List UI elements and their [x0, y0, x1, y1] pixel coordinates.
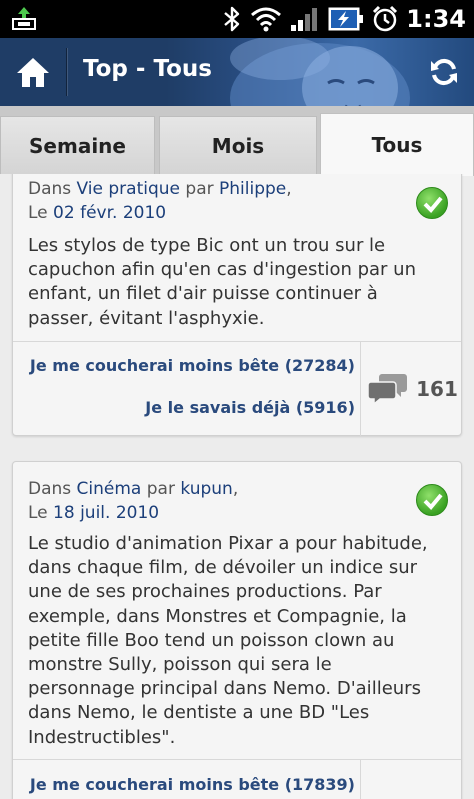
status-bar: 1:34 — [0, 0, 474, 38]
date-prefix: Le — [28, 503, 48, 523]
home-button[interactable] — [0, 38, 66, 106]
author-link[interactable]: kupun — [180, 479, 232, 499]
tab-mois[interactable]: Mois — [159, 116, 317, 174]
card-vertical-divider — [360, 341, 361, 436]
category-link[interactable]: Cinéma — [77, 479, 142, 499]
category-link[interactable]: Vie pratique — [77, 179, 180, 199]
date-prefix: Le — [28, 203, 48, 223]
card-divider — [13, 759, 461, 760]
check-icon — [416, 484, 448, 516]
action-bar: Top - Tous — [0, 38, 474, 106]
status-time: 1:34 — [406, 5, 466, 33]
bluetooth-icon — [224, 6, 240, 32]
post-list[interactable]: Dans Vie pratique par Philippe, Le 02 fé… — [0, 174, 474, 799]
post-date: 18 juil. 2010 — [53, 503, 160, 523]
vote-learned-button[interactable]: Je me coucherai moins bête (27284) — [30, 356, 355, 375]
vote-known-button[interactable]: Je le savais déjà (5916) — [145, 398, 355, 417]
wifi-icon — [251, 7, 282, 32]
comment-count: 161 — [416, 377, 458, 401]
author-suffix: , — [232, 479, 239, 499]
check-icon — [416, 187, 448, 219]
comments-button[interactable]: 161 — [365, 371, 461, 407]
tab-semaine[interactable]: Semaine — [0, 116, 155, 174]
tab-bar: Semaine Mois Tous — [0, 106, 474, 176]
author-suffix: , — [286, 179, 292, 199]
post-date: 02 févr. 2010 — [53, 203, 167, 223]
author-link[interactable]: Philippe — [219, 179, 286, 199]
action-bar-separator — [66, 48, 67, 96]
post-meta: Dans Vie pratique par Philippe, Le 02 fé… — [28, 177, 292, 225]
post-text: Le studio d'animation Pixar a pour habit… — [28, 533, 428, 748]
refresh-icon — [431, 58, 457, 86]
author-prefix: par — [185, 179, 214, 199]
author-prefix: par — [146, 479, 175, 499]
category-prefix: Dans — [28, 479, 72, 499]
refresh-button[interactable] — [414, 38, 474, 106]
post-card[interactable]: Dans Vie pratique par Philippe, Le 02 fé… — [12, 174, 462, 436]
signal-icon — [291, 8, 318, 31]
comments-icon — [368, 374, 408, 406]
card-vertical-divider — [360, 759, 361, 799]
card-divider — [13, 341, 461, 342]
alarm-icon — [373, 5, 398, 32]
usb-icon — [12, 7, 36, 30]
page-title: Top - Tous — [83, 56, 212, 82]
category-prefix: Dans — [28, 179, 72, 199]
tab-tous[interactable]: Tous — [320, 113, 474, 176]
home-icon — [17, 58, 49, 87]
post-text: Les stylos de type Bic ont un trou sur l… — [28, 235, 416, 329]
battery-charging-icon — [328, 7, 364, 31]
post-meta: Dans Cinéma par kupun, Le 18 juil. 2010 — [28, 477, 238, 525]
vote-learned-button[interactable]: Je me coucherai moins bête (17839) — [30, 775, 355, 794]
post-card[interactable]: Dans Cinéma par kupun, Le 18 juil. 2010 … — [12, 461, 462, 799]
